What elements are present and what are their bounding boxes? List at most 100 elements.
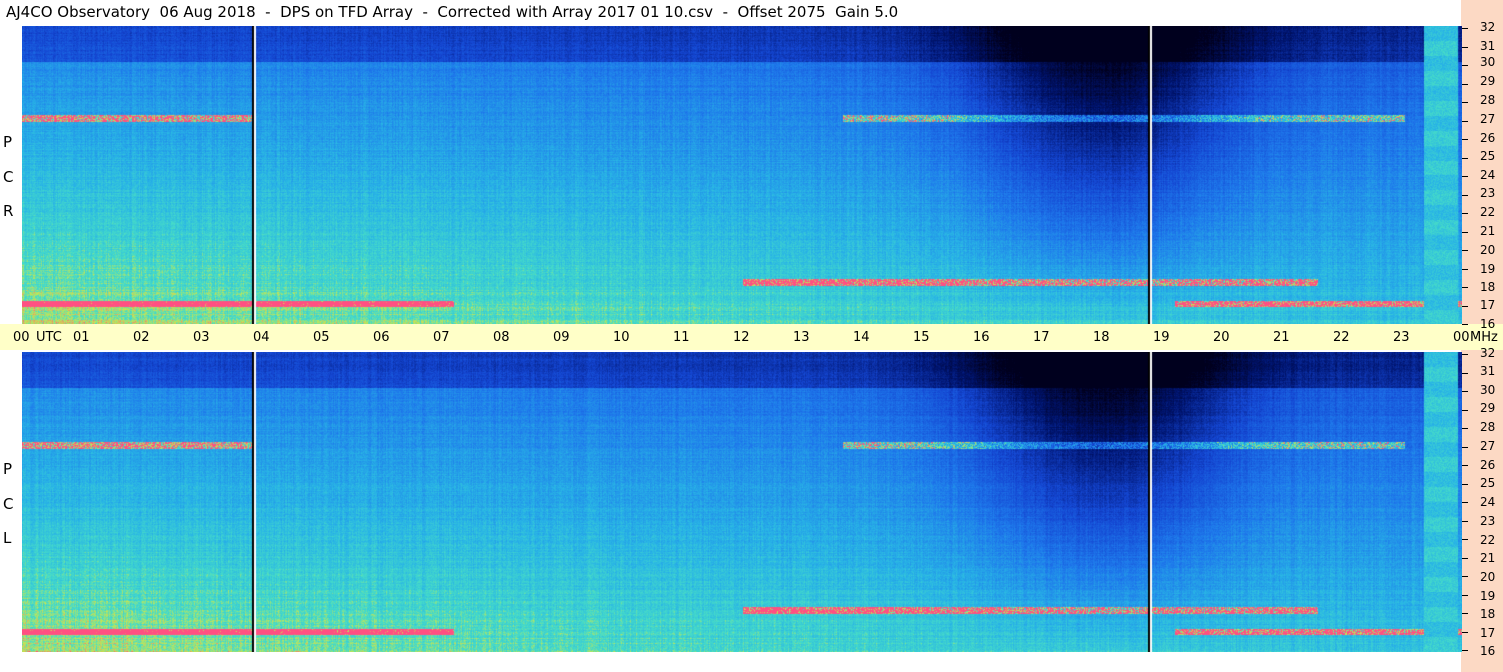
y-tick-mark [1462, 305, 1468, 307]
y-tick-mark [1462, 539, 1468, 540]
y-tick-mark [1462, 650, 1468, 651]
spectrogram-rcp [22, 26, 1462, 324]
polarization-letter: L [3, 529, 12, 547]
y-tick-mark [1462, 102, 1468, 103]
x-tick-label: 00 [13, 330, 30, 345]
y-tick-label: 31 [1480, 39, 1496, 53]
y-tick-mark [1462, 287, 1468, 288]
y-tick-mark [1462, 176, 1468, 177]
y-tick-label: 18 [1480, 607, 1496, 621]
x-tick-label: 12 [733, 330, 750, 345]
spectrogram-lcp-canvas [22, 352, 1462, 652]
y-tick-mark [1462, 46, 1468, 48]
y-tick-mark [1462, 613, 1468, 614]
y-tick-label: 18 [1480, 280, 1496, 294]
spectrogram-lcp [22, 352, 1462, 652]
frequency-axis-strip-bottom [1461, 350, 1503, 672]
y-tick-mark [1462, 372, 1468, 374]
chart-title: AJ4CO Observatory 06 Aug 2018 - DPS on T… [6, 3, 899, 21]
x-tick-label: 07 [433, 330, 450, 345]
polarization-letter: P [3, 460, 13, 478]
y-tick-label: 16 [1480, 317, 1496, 331]
y-tick-label: 28 [1480, 93, 1496, 107]
x-tick-label: 17 [1033, 330, 1050, 345]
y-tick-label: 31 [1480, 364, 1496, 378]
y-tick-label: 23 [1480, 186, 1496, 200]
y-tick-mark [1462, 268, 1468, 270]
y-tick-label: 19 [1480, 262, 1496, 276]
x-tick-label: MHz [1470, 330, 1498, 345]
y-tick-mark [1462, 157, 1468, 159]
x-tick-label: 15 [913, 330, 930, 345]
polarization-letter: R [3, 202, 14, 220]
y-tick-label: 26 [1480, 458, 1496, 472]
y-tick-mark [1462, 213, 1468, 214]
x-tick-label: 06 [373, 330, 390, 345]
y-tick-label: 20 [1480, 570, 1496, 584]
y-tick-label: 22 [1480, 205, 1496, 219]
y-tick-mark [1462, 428, 1468, 429]
y-tick-label: 24 [1480, 495, 1496, 509]
y-tick-mark [1462, 120, 1468, 122]
y-tick-label: 25 [1480, 149, 1496, 163]
y-tick-label: 21 [1480, 224, 1496, 238]
y-tick-label: 30 [1480, 383, 1496, 397]
y-tick-mark [1462, 557, 1468, 559]
y-tick-mark [1462, 483, 1468, 485]
polarization-letter: C [3, 495, 14, 513]
y-tick-label: 19 [1480, 589, 1496, 603]
y-tick-mark [1462, 28, 1468, 29]
x-tick-label: 13 [793, 330, 810, 345]
x-tick-label: 22 [1333, 330, 1350, 345]
y-tick-mark [1462, 231, 1468, 233]
x-tick-label: 19 [1153, 330, 1170, 345]
y-tick-mark [1462, 465, 1468, 466]
y-tick-label: 24 [1480, 168, 1496, 182]
x-tick-label: 11 [673, 330, 690, 345]
x-tick-label: 10 [613, 330, 630, 345]
y-tick-mark [1462, 409, 1468, 411]
y-tick-mark [1462, 139, 1468, 140]
y-tick-label: 17 [1480, 298, 1496, 312]
x-tick-label: 21 [1273, 330, 1290, 345]
polarization-letter: P [3, 133, 13, 151]
y-tick-mark [1462, 446, 1468, 448]
y-tick-mark [1462, 576, 1468, 577]
y-tick-mark [1462, 391, 1468, 392]
y-tick-label: 16 [1480, 644, 1496, 658]
y-tick-mark [1462, 631, 1468, 633]
y-tick-label: 22 [1480, 533, 1496, 547]
y-tick-label: 25 [1480, 476, 1496, 490]
y-tick-mark [1462, 520, 1468, 522]
y-tick-label: 32 [1480, 20, 1496, 34]
x-tick-label: 02 [133, 330, 150, 345]
y-tick-label: 27 [1480, 112, 1496, 126]
x-tick-label: 04 [253, 330, 270, 345]
y-tick-label: 32 [1480, 346, 1496, 360]
y-tick-label: 26 [1480, 131, 1496, 145]
polarization-letter: C [3, 168, 14, 186]
x-tick-label: 14 [853, 330, 870, 345]
x-tick-label: 09 [553, 330, 570, 345]
x-tick-label: 23 [1393, 330, 1410, 345]
y-tick-label: 29 [1480, 401, 1496, 415]
x-tick-label: 05 [313, 330, 330, 345]
y-tick-label: 17 [1480, 626, 1496, 640]
y-tick-label: 23 [1480, 514, 1496, 528]
x-tick-label: 00 [1453, 330, 1470, 345]
x-tick-label: 16 [973, 330, 990, 345]
y-tick-mark [1462, 502, 1468, 503]
y-tick-label: 20 [1480, 243, 1496, 257]
x-tick-label: 01 [73, 330, 90, 345]
y-tick-label: 27 [1480, 439, 1496, 453]
spectrogram-rcp-canvas [22, 26, 1462, 324]
y-tick-mark [1462, 194, 1468, 196]
x-tick-label: 03 [193, 330, 210, 345]
y-tick-mark [1462, 594, 1468, 596]
x-tick-label: 20 [1213, 330, 1230, 345]
x-tick-label: UTC [36, 330, 62, 345]
x-tick-label: 08 [493, 330, 510, 345]
y-tick-label: 30 [1480, 55, 1496, 69]
y-tick-label: 21 [1480, 551, 1496, 565]
y-tick-label: 29 [1480, 74, 1496, 88]
